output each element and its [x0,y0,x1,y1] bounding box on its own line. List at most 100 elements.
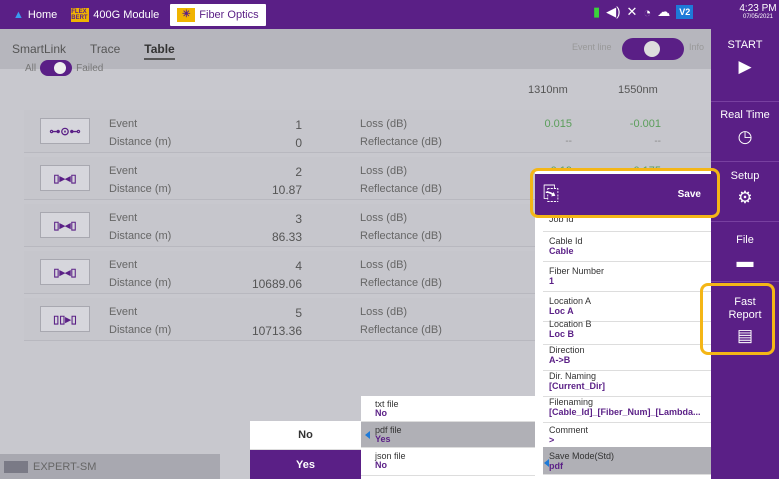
tab-smartlink[interactable]: SmartLink [12,42,66,56]
tab-400g-module[interactable]: FLEX BERT 400G Module [64,4,166,26]
file-type-value: No [375,408,387,418]
gear-icon: ⚙ [737,188,753,207]
loss-1550: -0.001 [629,118,661,130]
filter-toggle: All Failed [25,60,103,76]
event-label: Event [109,165,138,177]
save-highlight [530,168,720,218]
menu-item-value: [Current_Dir] [549,381,606,391]
tab-home[interactable]: ▲ Home [6,4,64,26]
top-bar: ▲ Home FLEX BERT 400G Module ✳ Fiber Opt… [0,0,779,29]
file-type-value: Yes [375,434,391,444]
event-number: 5 [295,306,302,320]
realtime-button[interactable]: Real Time ◷ [711,102,779,162]
info-label: Info [689,42,705,52]
event-label: Event [109,259,138,271]
loss-label: Loss (dB) [360,259,408,271]
event-label: Event [109,212,138,224]
tab-table[interactable]: Table [144,42,175,60]
filter-all-label: All [25,62,37,74]
loss-label: Loss (dB) [360,306,408,318]
event-distance: 10.87 [271,183,302,197]
reflectance-label: Reflectance (dB) [360,277,442,289]
realtime-label: Real Time [720,109,770,121]
signal-icon: ◔ [643,4,652,20]
table-row[interactable]: ⊶⊙⊷ Event Distance (m) 1 0 Loss (dB) Ref… [24,110,714,153]
file-button[interactable]: File ▬ [711,222,779,282]
reflectance-label: Reflectance (dB) [360,230,442,242]
battery-icon: ▮ [593,4,601,19]
menu-item-save-mode[interactable]: Save Mode(Std) pdf [543,447,711,475]
loss-label: Loss (dB) [360,118,408,130]
mode-indicator: EXPERT-SM [0,454,220,479]
no-button[interactable]: No [250,421,361,450]
reflectance-1550: -- [654,136,661,147]
event-distance: 10713.36 [251,324,302,338]
otdr-module-icon [4,460,28,473]
setup-button[interactable]: Setup ⚙ [711,162,779,222]
loss-label: Loss (dB) [360,212,408,224]
distance-label: Distance (m) [109,230,172,242]
menu-item-key: Dir. Naming [549,371,597,381]
play-icon: ▶ [738,57,752,76]
selected-arrow-icon [365,431,370,439]
menu-item-key: Filenaming [549,397,594,407]
cloud-icon: ☁ [657,4,671,19]
file-type-json[interactable]: json file No [361,448,535,476]
module-badge-icon: FLEX BERT [71,7,90,22]
loss-1310: 0.015 [544,118,572,130]
connector-event-icon: ▯▸◂▯ [40,212,90,238]
yes-button[interactable]: Yes [250,450,361,479]
reflectance-label: Reflectance (dB) [360,183,442,195]
mode-label: EXPERT-SM [33,460,97,473]
event-number: 4 [295,259,302,273]
filter-switch[interactable] [40,60,73,76]
clock: 4:23 PM 07/05/2021 [738,3,778,20]
menu-item-filenaming[interactable]: Filenaming [Cable_Id]_[Fiber_Num]_[Lambd… [543,393,711,423]
distance-label: Distance (m) [109,183,172,195]
menu-item-value: [Cable_Id]_[Fiber_Num]_[Lambda... [549,407,701,417]
menu-item-key: Direction [549,345,585,355]
speaker-icon: ◀) [606,4,621,19]
menu-item-key: Cable Id [549,236,583,246]
menu-item-value: A->B [549,355,571,365]
reflective-event-icon: ⊶⊙⊷ [40,118,90,144]
file-type-pdf[interactable]: pdf file Yes [361,422,535,448]
filter-switch-knob [54,62,67,74]
menu-item-key: Location A [549,296,592,306]
tab-400g-module-label: 400G Module [93,8,160,21]
event-distance: 0 [295,136,302,150]
tab-trace[interactable]: Trace [90,42,120,56]
setup-label: Setup [730,170,760,182]
connector-event-icon: ▯▸◂▯ [40,165,90,191]
event-label: Event [109,118,138,130]
reflectance-1310: -- [565,136,572,147]
right-sidebar: START ▶ Real Time ◷ Setup ⚙ File ▬ Fast … [711,29,779,479]
event-line-label: Event line [572,42,612,52]
folder-icon: ▬ [736,252,754,271]
distance-label: Distance (m) [109,136,172,148]
fiber-end-event-icon: ▯▯▸▯ [40,306,90,332]
view-toggle[interactable] [622,38,684,60]
event-label: Event [109,306,138,318]
clock-date: 07/05/2021 [742,14,774,20]
menu-item-key: Save Mode(Std) [549,451,615,461]
status-icons: ▮ ◀) ✕ ◔ ☁ V2 [593,4,694,20]
menu-item-key: Location B [549,319,592,329]
file-type-txt[interactable]: txt file No [361,396,535,422]
connector-event-icon: ▯▸◂▯ [40,259,90,285]
menu-item-key: Comment [549,425,589,435]
menu-item-fiber-number[interactable]: Fiber Number 1 [543,262,711,292]
fiber-optics-icon: ✳ [177,7,196,22]
toggle-knob [644,41,660,57]
menu-item-key: Fiber Number [549,266,605,276]
stopwatch-icon: ◷ [737,127,753,146]
tab-fiber-optics[interactable]: ✳ Fiber Optics [170,3,266,26]
event-number: 1 [295,118,302,132]
event-distance: 86.33 [271,230,302,244]
home-icon: ▲ [13,8,24,21]
menu-item-cable-id[interactable]: Cable Id Cable [543,232,711,262]
start-button[interactable]: START ▶ [711,29,779,102]
start-label: START [727,39,763,51]
menu-item-value: > [549,435,555,445]
event-number: 2 [295,165,302,179]
